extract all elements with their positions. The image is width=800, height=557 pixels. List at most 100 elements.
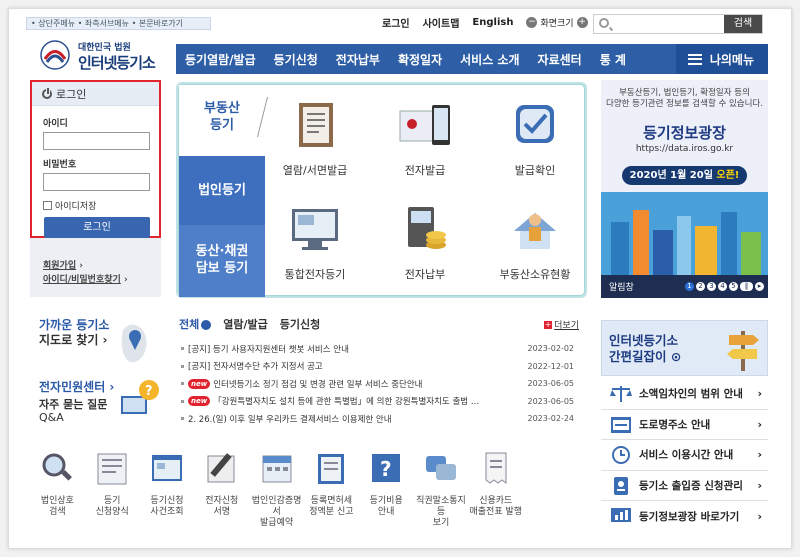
- id-card-icon: [614, 476, 628, 495]
- house-owner-icon: [514, 213, 556, 249]
- my-menu-button[interactable]: 나의메뉴: [675, 44, 768, 74]
- civil-center[interactable]: 전자민원센터 › 자주 묻는 질문 Q&A ?: [39, 378, 159, 428]
- chat-icon: [425, 456, 456, 480]
- svg-text:?: ?: [145, 384, 153, 399]
- notice-row[interactable]: new 인터넷등기소 정기 점검 및 변경 관련 일부 서비스 중단안내 2023-…: [179, 375, 579, 393]
- link-small-tenant[interactable]: 소액임차인의 범위 안내 ›: [601, 379, 768, 410]
- site-logo[interactable]: 대한민국 법원 인터넷등기소: [36, 36, 166, 76]
- quick-seal-cert[interactable]: 법인인감증명서 발급예약: [249, 450, 304, 530]
- payment-icon: [408, 207, 446, 249]
- english-link[interactable]: English: [472, 17, 513, 28]
- notice-row[interactable]: new 「강원특별자치도 설치 등에 관한 특별법」에 의한 강원특별자치도 출범…: [179, 393, 579, 411]
- address-sign-icon: [611, 416, 631, 433]
- login-header: 로그인: [32, 82, 159, 106]
- clock-icon: [612, 446, 630, 464]
- quick-license-tax[interactable]: 등록면허세 정액분 신고: [304, 450, 359, 530]
- quick-case-lookup[interactable]: 등기신청 사건조회: [140, 450, 195, 530]
- notice-window-label: 알림창: [609, 283, 634, 293]
- banner-title: 등기정보광장: [643, 124, 726, 142]
- quick-card-receipt[interactable]: 신용카드 매출전표 발행: [468, 450, 523, 530]
- svg-text:?: ?: [380, 457, 392, 481]
- link-access-pass[interactable]: 등기소 출입증 신청관리 ›: [601, 471, 768, 501]
- service-view-issue[interactable]: 열람/서면발급: [265, 99, 365, 178]
- more-link[interactable]: + 더보기: [544, 318, 579, 331]
- sitemap-link[interactable]: 사이트맵: [423, 15, 460, 30]
- category-corporate[interactable]: 법인등기: [179, 156, 265, 225]
- arrow-circle-icon: ⊙: [670, 349, 682, 364]
- search-button[interactable]: 검색: [724, 15, 762, 33]
- nav-item-service[interactable]: 서비스 소개: [451, 51, 528, 68]
- quick-corp-search[interactable]: 법인상호 검색: [30, 450, 85, 530]
- password-input[interactable]: [43, 173, 150, 191]
- service-integrated[interactable]: 통합전자등기: [265, 203, 365, 282]
- banner-footer: 알림창 1 2 3 4 5 ‖ ▸: [601, 275, 768, 298]
- right-links: 소액임차인의 범위 안내 › 도로명주소 안내 › 서비스 이용시간 안내 › 등기소…: [601, 379, 768, 532]
- save-id-checkbox[interactable]: 아이디저장: [43, 199, 159, 212]
- calendar-icon: [262, 455, 292, 483]
- quick-fees[interactable]: ? 등기비용 안내: [359, 450, 414, 530]
- nav-item-apply[interactable]: 등기신청: [265, 51, 327, 68]
- login-title: 로그인: [56, 87, 87, 101]
- find-office-map[interactable]: 가까운 등기소 지도로 찾기 ›: [39, 318, 159, 378]
- category-real-estate[interactable]: 부동산 등기: [179, 85, 268, 156]
- quick-e-sign[interactable]: 전자신청 서명: [194, 450, 249, 530]
- service-ownership[interactable]: 부동산소유현황: [485, 203, 585, 282]
- easy-guide-banner[interactable]: 인터넷등기소 간편길잡이 ⊙: [601, 320, 768, 376]
- service-e-issue[interactable]: 전자발급: [375, 99, 475, 178]
- notice-row[interactable]: [공지] 등기 사용자지원센터 챗봇 서비스 안내 2023-02-02: [179, 340, 579, 358]
- form-icon: [97, 453, 127, 485]
- category-movable[interactable]: 동산·채권 담보 등기: [179, 225, 265, 297]
- notice-tabs: 전체 열람/발급 등기신청: [179, 316, 579, 332]
- quick-cancel-notice[interactable]: 직권말소통지등 보기: [414, 450, 469, 530]
- notice-row[interactable]: 2. 26.(일) 이후 일부 우리카드 결제서비스 이용제한 안내 2023-0…: [179, 410, 579, 428]
- check-icon: [516, 105, 554, 143]
- notice-row[interactable]: [공지] 전자서명수단 추가 지정서 공고 2022-12-01: [179, 358, 579, 376]
- banner-page-2[interactable]: 2: [696, 282, 705, 291]
- skip-links[interactable]: • 상단주메뉴 • 좌측서브메뉴 • 본문바로가기: [26, 17, 211, 30]
- banner-page-3[interactable]: 3: [707, 282, 716, 291]
- utility-bar: 로그인 사이트맵 English − 화면크기 +: [382, 15, 588, 30]
- map-pin-icon: [121, 324, 147, 363]
- zoom-out-icon[interactable]: −: [526, 17, 538, 28]
- chevron-down-icon: [201, 320, 212, 330]
- quick-forms[interactable]: 등기 신청양식: [85, 450, 140, 530]
- new-badge: new: [188, 378, 211, 389]
- monitor-icon: [292, 209, 338, 250]
- search-icon: [599, 18, 609, 28]
- nav-item-payment[interactable]: 전자납부: [327, 51, 389, 68]
- nav-item-issue[interactable]: 등기열람/발급: [176, 51, 265, 68]
- login-link[interactable]: 로그인: [382, 15, 410, 30]
- banner-open-date: 2020년 1월 20일 오픈!: [622, 166, 747, 185]
- hamburger-icon: [687, 53, 702, 65]
- tab-apply[interactable]: 등기신청: [280, 316, 320, 332]
- banner-page-5[interactable]: 5: [729, 282, 738, 291]
- id-input[interactable]: [43, 132, 150, 150]
- banner-page-1[interactable]: 1: [685, 282, 694, 291]
- link-road-address[interactable]: 도로명주소 안내 ›: [601, 410, 768, 440]
- next-icon[interactable]: ▸: [755, 282, 764, 291]
- service-verify[interactable]: 발급확인: [485, 99, 585, 178]
- nav-item-fixed-date[interactable]: 확정일자: [389, 51, 451, 68]
- find-account-link[interactable]: 아이디/비밀번호찾기: [43, 275, 121, 285]
- nav-item-resources[interactable]: 자료센터: [529, 51, 591, 68]
- nav-item-stats[interactable]: 통 계: [591, 51, 635, 68]
- zoom-in-icon[interactable]: +: [576, 17, 588, 28]
- receipt-icon: [485, 452, 507, 484]
- link-service-hours[interactable]: 서비스 이용시간 안내 ›: [601, 440, 768, 471]
- faq-icon: ?: [121, 380, 159, 414]
- login-button[interactable]: 로그인: [44, 217, 150, 238]
- login-footer: 회원가입 › 아이디/비밀번호찾기 ›: [30, 238, 161, 297]
- checkbox-icon[interactable]: [43, 201, 52, 210]
- search-box[interactable]: 검색: [593, 14, 763, 34]
- tab-all[interactable]: 전체: [179, 316, 212, 332]
- banner-page-4[interactable]: 4: [718, 282, 727, 291]
- tab-issue[interactable]: 열람/발급: [223, 316, 268, 332]
- link-data-plaza[interactable]: 등기정보광장 바로가기 ›: [601, 501, 768, 532]
- document-icon: [299, 103, 333, 147]
- power-icon: [42, 86, 52, 99]
- promo-banner[interactable]: 부동산등기, 법인등기, 확정일자 등의 다양한 등기관련 정보를 검색할 수 …: [601, 80, 768, 298]
- pause-icon[interactable]: ‖: [740, 282, 753, 291]
- join-link[interactable]: 회원가입: [43, 261, 76, 271]
- service-e-payment[interactable]: 전자납부: [375, 203, 475, 282]
- main-navigation: 등기열람/발급 등기신청 전자납부 확정일자 서비스 소개 자료센터 통 계 나…: [176, 44, 768, 74]
